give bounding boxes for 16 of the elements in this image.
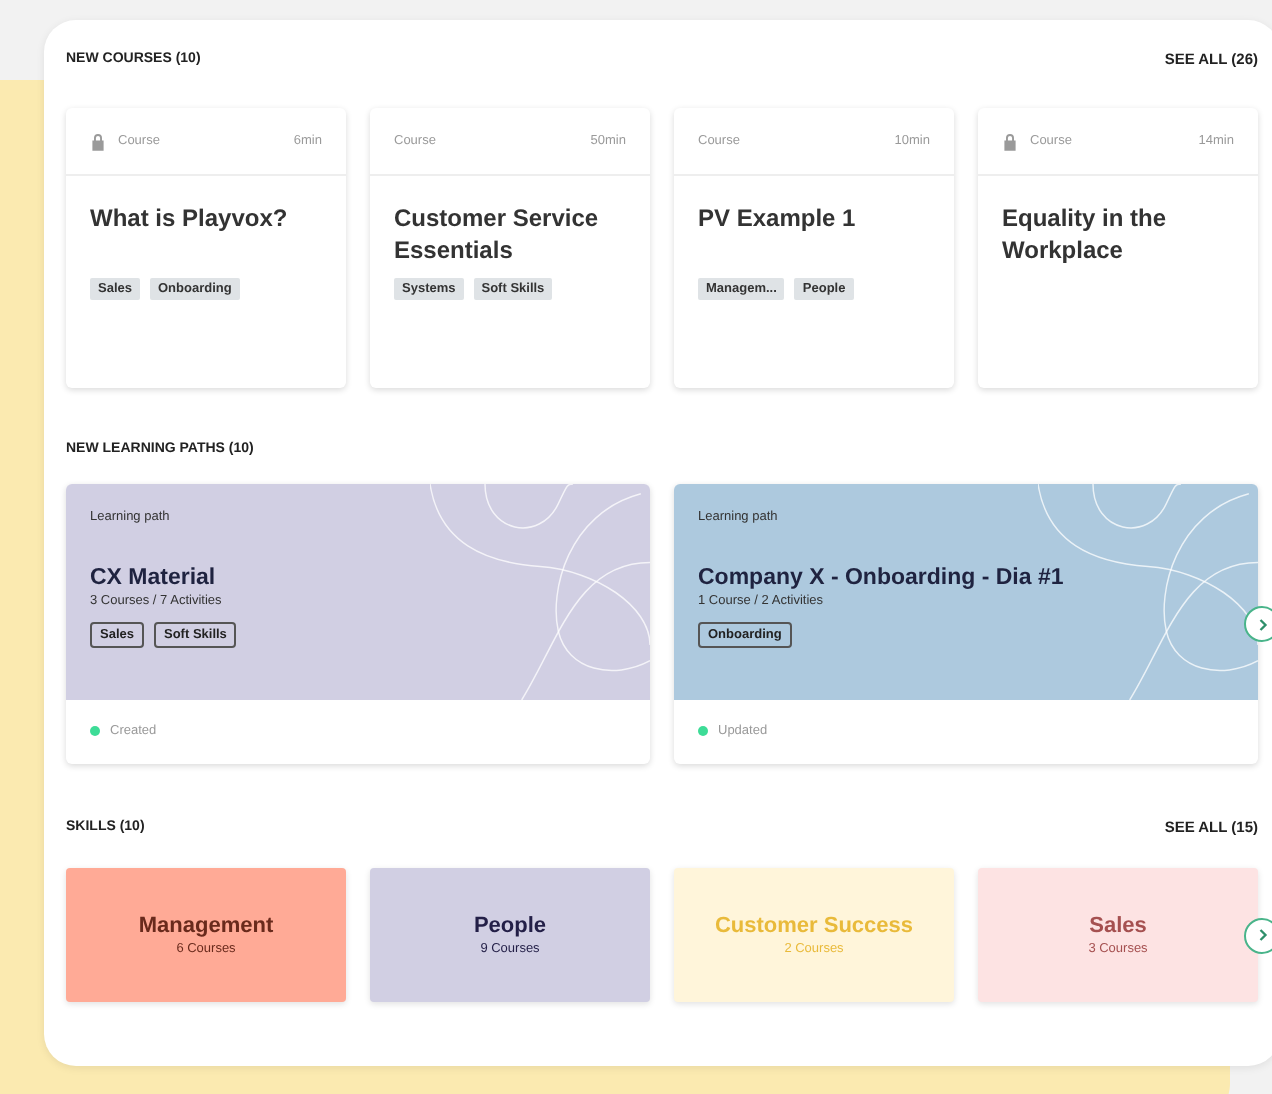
skill-name: Customer Success — [714, 914, 914, 938]
status-dot — [90, 726, 100, 736]
lock-icon — [1002, 131, 1018, 151]
path-title: CX Material — [90, 566, 218, 590]
lock-icon — [90, 131, 106, 151]
path-title: Company X - Onboarding - Dia #1 — [698, 566, 1066, 590]
course-title: Equality in the Workplace — [1002, 202, 1169, 268]
skill-name: Sales — [1089, 914, 1147, 938]
status-dot — [698, 726, 708, 736]
course-title: Customer Service Essentials — [394, 202, 601, 268]
course-title: What is Playvox? — [90, 202, 290, 236]
skill-name: People — [473, 914, 547, 938]
chevron-icon — [1257, 928, 1267, 942]
course-title: PV Example 1 — [698, 202, 858, 236]
chevron-icon — [1257, 617, 1267, 631]
skill-name: Management — [138, 914, 274, 938]
